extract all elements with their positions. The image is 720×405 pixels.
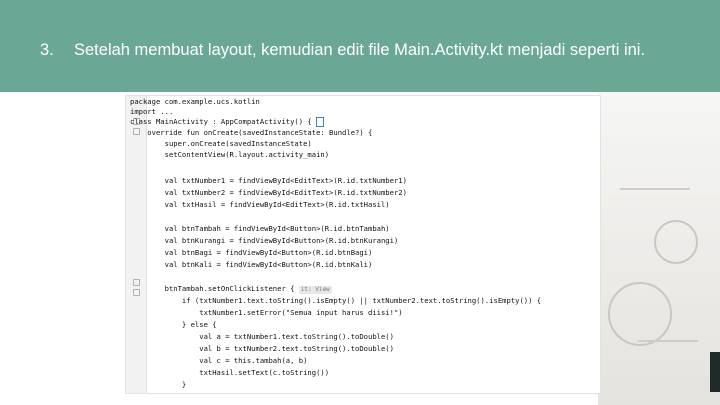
- code-line: val txtNumber1 = findViewById<EditText>(…: [130, 176, 407, 185]
- decorative-ring: [608, 282, 672, 346]
- code-line: class MainActivity : AppCompatActivity()…: [130, 117, 325, 127]
- parameter-hint: it: View: [298, 286, 332, 294]
- code-line: val btnKurangi = findViewById<Button>(R.…: [130, 236, 399, 245]
- decorative-line: [638, 340, 698, 342]
- decorative-object: [710, 352, 720, 392]
- code-line: package com.example.ucs.kotlin: [130, 97, 260, 106]
- code-line: val a = txtNumber1.text.toString().toDou…: [130, 332, 394, 341]
- item-text: Setelah membuat layout, kemudian edit fi…: [74, 41, 646, 59]
- code-line: super.onCreate(savedInstanceState): [130, 139, 312, 148]
- code-line: val btnBagi = findViewById<Button>(R.id.…: [130, 248, 373, 257]
- decorative-line: [620, 188, 690, 190]
- code-line-text: btnTambah.setOnClickListener {: [130, 284, 295, 293]
- slide: 3. Setelah membuat layout, kemudian edit…: [0, 0, 720, 405]
- code-line: val txtNumber2 = findViewById<EditText>(…: [130, 188, 407, 197]
- code-line: txtHasil.setText(c.toString()): [130, 368, 330, 377]
- code-screenshot: package com.example.ucs.kotlin import ..…: [126, 96, 600, 393]
- code-line: setContentView(R.layout.activity_main): [130, 150, 330, 159]
- code-line-text: class MainActivity : AppCompatActivity()…: [130, 117, 312, 126]
- code-line: val btnTambah = findViewById<Button>(R.i…: [130, 224, 390, 233]
- decorative-ring: [654, 220, 698, 264]
- code-line: import ...: [130, 107, 174, 116]
- code-line: btnTambah.setOnClickListener { it: View: [130, 284, 332, 294]
- code-line: val c = this.tambah(a, b): [130, 356, 308, 365]
- code-line: if (txtNumber1.text.toString().isEmpty()…: [130, 296, 542, 305]
- item-number: 3.: [40, 41, 54, 59]
- code-line: } else {: [130, 320, 217, 329]
- code-line: val btnKali = findViewById<Button>(R.id.…: [130, 260, 373, 269]
- code-line: val b = txtNumber2.text.toString().toDou…: [130, 344, 394, 353]
- brace-highlight: [316, 117, 325, 127]
- code-line: override fun onCreate(savedInstanceState…: [130, 128, 373, 137]
- code-line: val txtHasil = findViewById<EditText>(R.…: [130, 200, 390, 209]
- code-line: txtNumber1.setError("Semua input harus d…: [130, 308, 403, 317]
- code-line: }: [130, 380, 187, 389]
- background-photo: [598, 92, 720, 405]
- code-body: package com.example.ucs.kotlin import ..…: [126, 96, 541, 389]
